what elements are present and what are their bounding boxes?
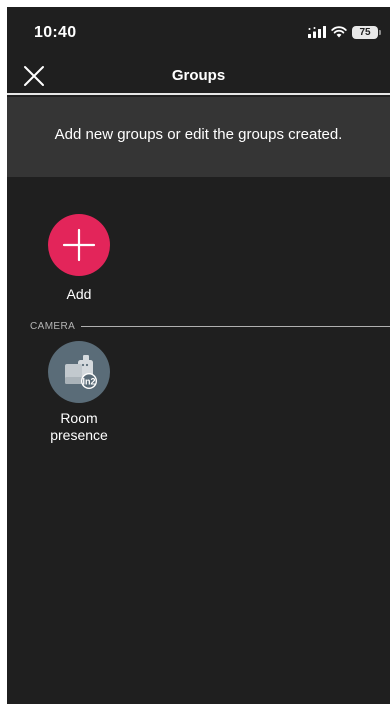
battery-level: 75 [359, 26, 371, 38]
section-divider [81, 325, 390, 327]
page-title: Groups [171, 67, 226, 84]
banner-text: Add new groups or edit the groups create… [54, 125, 343, 143]
group-badge-text: In2 [82, 376, 95, 386]
status-icons: 75 [308, 25, 381, 39]
plus-icon [62, 228, 96, 262]
status-bar: 10:40 75 [7, 7, 390, 57]
wifi-icon [331, 26, 347, 38]
info-banner: Add new groups or edit the groups create… [7, 97, 390, 177]
group-icon-circle: In2 [48, 341, 110, 403]
app-screen: 10:40 75 Groups Add new groups or edit t… [7, 7, 390, 704]
battery-icon: 75 [352, 25, 381, 39]
group-tile-room-presence[interactable]: In2 Room presence [39, 341, 119, 444]
nav-bar: Groups [7, 57, 390, 95]
add-circle [48, 214, 110, 276]
section-header-camera: CAMERA [30, 320, 390, 332]
signal-icon [308, 26, 326, 38]
add-group-button[interactable]: Add [39, 214, 119, 303]
status-time: 10:40 [34, 24, 77, 41]
section-title: CAMERA [30, 320, 76, 332]
group-label: Room presence [50, 410, 108, 443]
add-label: Add [66, 286, 92, 302]
camera-device-icon: In2 [65, 355, 97, 389]
